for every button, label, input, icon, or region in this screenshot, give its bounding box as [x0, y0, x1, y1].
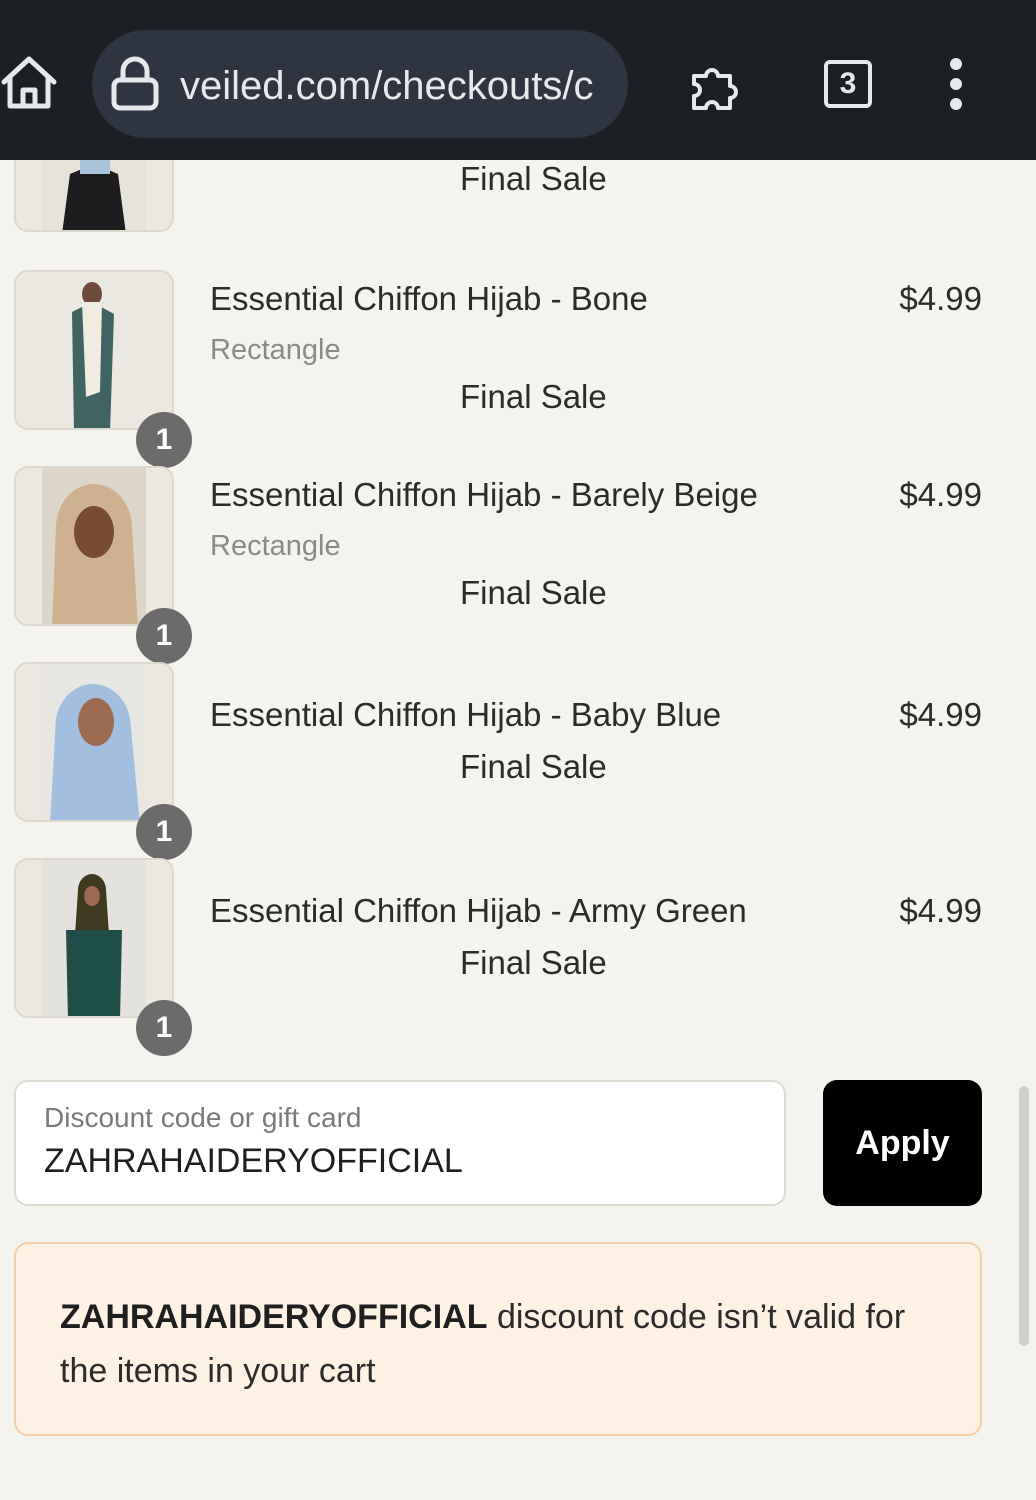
discount-code-field[interactable]: Discount code or gift card ZAHRAHAIDERYO…: [14, 1080, 786, 1206]
product-price: $4.99: [899, 476, 982, 513]
checkout-order-summary: Final Sale 1 Essential Chiffon Hijab - B…: [0, 160, 1036, 1500]
product-image: [42, 860, 146, 1016]
product-name: Essential Chiffon Hijab - Bone: [210, 280, 648, 317]
more-menu-icon[interactable]: [940, 56, 972, 112]
product-thumbnail: [14, 270, 174, 430]
product-thumbnail: [14, 160, 174, 232]
home-icon[interactable]: [0, 52, 58, 112]
apply-button[interactable]: Apply: [823, 1080, 982, 1206]
product-thumbnail: [14, 858, 174, 1018]
tabs-icon[interactable]: 3: [824, 60, 872, 108]
product-image: [42, 272, 146, 428]
product-price: $4.99: [899, 892, 982, 929]
product-thumbnail: [14, 466, 174, 626]
discount-error-message: ZAHRAHAIDERYOFFICIAL discount code isn’t…: [60, 1290, 940, 1398]
product-image: [42, 468, 146, 624]
product-variant: Rectangle: [210, 334, 341, 366]
product-image: [42, 664, 146, 820]
discount-error-banner: ZAHRAHAIDERYOFFICIAL discount code isn’t…: [14, 1242, 982, 1436]
discount-field-label: Discount code or gift card: [44, 1102, 362, 1133]
final-sale-label: Final Sale: [460, 944, 607, 981]
product-name: Essential Chiffon Hijab - Baby Blue: [210, 696, 722, 733]
extension-icon[interactable]: [686, 54, 746, 114]
quantity-badge: 1: [136, 412, 192, 468]
quantity-badge: 1: [136, 1000, 192, 1056]
product-name: Essential Chiffon Hijab - Barely Beige: [210, 476, 758, 513]
final-sale-label: Final Sale: [460, 378, 607, 415]
quantity-badge: 1: [136, 804, 192, 860]
quantity-badge: 1: [136, 608, 192, 664]
error-code: ZAHRAHAIDERYOFFICIAL: [60, 1298, 488, 1336]
discount-input-value[interactable]: ZAHRAHAIDERYOFFICIAL: [44, 1142, 463, 1181]
scrollbar[interactable]: [1019, 1086, 1029, 1346]
final-sale-label: Final Sale: [460, 748, 607, 785]
product-name: Essential Chiffon Hijab - Army Green: [210, 892, 747, 929]
product-variant: Rectangle: [210, 530, 341, 562]
lock-icon[interactable]: [110, 56, 160, 112]
final-sale-label: Final Sale: [460, 574, 607, 611]
final-sale-label: Final Sale: [460, 160, 607, 197]
product-price: $4.99: [899, 280, 982, 317]
product-price: $4.99: [899, 696, 982, 733]
product-image: [42, 160, 146, 230]
browser-toolbar: veiled.com/checkouts/c 3: [0, 0, 1036, 160]
url-text[interactable]: veiled.com/checkouts/c: [180, 58, 620, 114]
product-thumbnail: [14, 662, 174, 822]
